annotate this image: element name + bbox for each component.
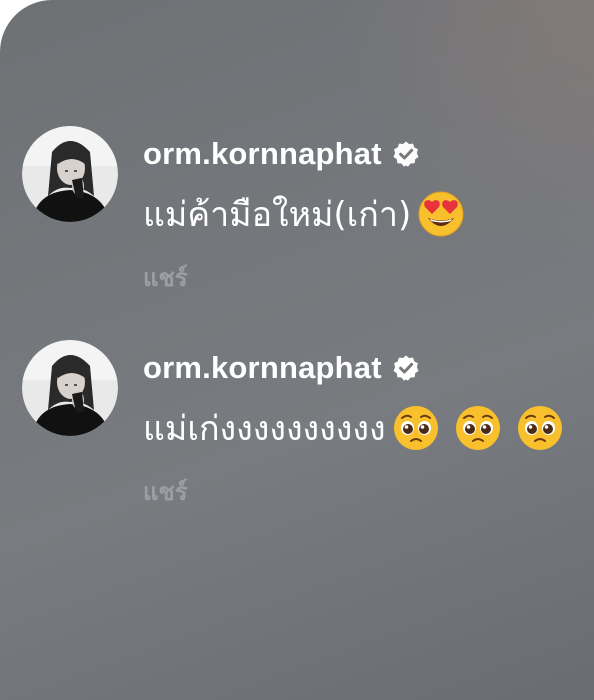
avatar[interactable] <box>22 340 118 436</box>
comment-message: แม่ค้ามือใหม่(เก่า) <box>143 186 465 242</box>
username-row: orm.kornnaphat <box>143 348 420 388</box>
verified-badge-icon <box>392 140 420 168</box>
pleading-face-emoji-icon <box>454 404 502 452</box>
username[interactable]: orm.kornnaphat <box>143 136 382 172</box>
share-button[interactable]: แชร์ <box>143 258 188 297</box>
comments-panel: orm.kornnaphat แม่ค้ามือใหม่(เก่า) แชร์ … <box>0 0 594 700</box>
comment-text: แม่เก่งงงงงงงงงง <box>143 409 386 449</box>
heart-eyes-emoji-icon <box>417 190 465 238</box>
comment-item: orm.kornnaphat แม่เก่งงงงงงงงงง แชร์ <box>0 340 594 530</box>
pleading-face-emoji-icon <box>516 404 564 452</box>
avatar[interactable] <box>22 126 118 222</box>
verified-badge-icon <box>392 354 420 382</box>
comment-item: orm.kornnaphat แม่ค้ามือใหม่(เก่า) แชร์ <box>0 126 594 316</box>
share-button[interactable]: แชร์ <box>143 472 188 511</box>
username-row: orm.kornnaphat <box>143 134 420 174</box>
comment-text: แม่ค้ามือใหม่(เก่า) <box>143 195 412 235</box>
comment-message: แม่เก่งงงงงงงงงง <box>143 400 564 456</box>
pleading-face-emoji-icon <box>392 404 440 452</box>
username[interactable]: orm.kornnaphat <box>143 350 382 386</box>
